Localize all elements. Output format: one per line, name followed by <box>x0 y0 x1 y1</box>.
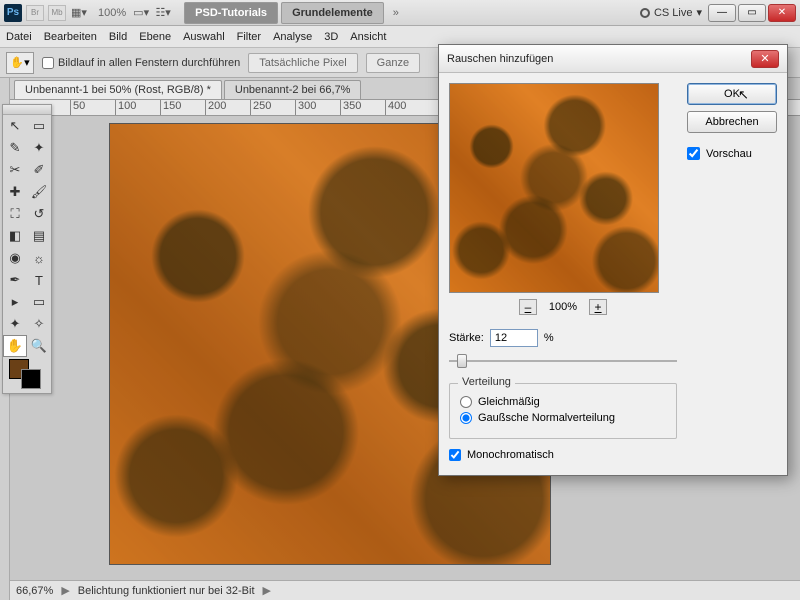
window-maximize-button[interactable]: ▭ <box>738 4 766 22</box>
menu-datei[interactable]: Datei <box>6 31 32 43</box>
distribution-group: Verteilung Gleichmäßig Gaußsche Normalve… <box>449 383 677 439</box>
scroll-all-windows-checkbox[interactable]: Bildlauf in allen Fenstern durchführen <box>42 57 240 69</box>
preview-zoom-value: 100% <box>549 301 577 313</box>
move-tool-icon[interactable]: ↖ <box>3 115 27 137</box>
background-color-swatch[interactable] <box>21 369 41 389</box>
marquee-tool-icon[interactable]: ▭ <box>27 115 51 137</box>
history-brush-tool-icon[interactable]: ↺ <box>27 203 51 225</box>
window-close-button[interactable]: ✕ <box>768 4 796 22</box>
current-tool-icon[interactable]: ✋▾ <box>6 52 34 74</box>
extras-icon[interactable]: ☷▾ <box>154 5 172 21</box>
zoom-out-button[interactable]: – <box>519 299 537 315</box>
hand-tool-icon[interactable]: ✋ <box>3 335 27 357</box>
titlebar-zoom[interactable]: 100% <box>98 7 126 19</box>
status-zoom[interactable]: 66,67% <box>16 585 53 597</box>
document-tab-2[interactable]: Unbenannt-2 bei 66,7% <box>224 80 362 99</box>
path-select-tool-icon[interactable]: ▸ <box>3 291 27 313</box>
lasso-tool-icon[interactable]: ✎ <box>3 137 27 159</box>
menu-ebene[interactable]: Ebene <box>139 31 171 43</box>
pen-tool-icon[interactable]: ✒ <box>3 269 27 291</box>
noise-preview[interactable] <box>449 83 659 293</box>
add-noise-dialog: Rauschen hinzufügen ✕ – 100% + Stärke: %… <box>438 44 788 476</box>
distribution-legend: Verteilung <box>458 376 515 388</box>
zoom-in-button[interactable]: + <box>589 299 607 315</box>
dialog-titlebar[interactable]: Rauschen hinzufügen ✕ <box>439 45 787 73</box>
eyedropper-tool-icon[interactable]: ✐ <box>27 159 51 181</box>
strength-input[interactable] <box>490 329 538 347</box>
cs-live-icon <box>640 8 650 18</box>
preview-checkbox[interactable]: Vorschau <box>687 147 777 160</box>
arrange-documents-icon[interactable]: ▦▾ <box>70 5 88 21</box>
crop-tool-icon[interactable]: ✂ <box>3 159 27 181</box>
toolbox-panel[interactable]: ↖ ▭ ✎ ✦ ✂ ✐ ✚ 🖌 ⛶ ↺ ◧ ▤ ◉ ☼ ✒ T ▸ ▭ ✦ ✧ … <box>2 104 52 394</box>
cs-live-button[interactable]: CS Live▾ <box>640 6 702 19</box>
status-message: Belichtung funktioniert nur bei 32-Bit <box>78 585 255 597</box>
strength-slider[interactable] <box>449 353 677 369</box>
brush-tool-icon[interactable]: 🖌 <box>27 181 51 203</box>
workspace-tab-grundelemente[interactable]: Grundelemente <box>281 2 384 24</box>
eraser-tool-icon[interactable]: ◧ <box>3 225 27 247</box>
monochromatic-checkbox[interactable]: Monochromatisch <box>449 449 677 461</box>
color-swatches[interactable] <box>3 357 51 393</box>
dialog-close-button[interactable]: ✕ <box>751 50 779 68</box>
strength-unit: % <box>544 332 554 344</box>
toolbox-grip[interactable] <box>3 105 51 115</box>
photoshop-logo-icon: Ps <box>4 4 22 22</box>
dialog-title: Rauschen hinzufügen <box>447 53 751 65</box>
status-bar: 66,67% ▶ Belichtung funktioniert nur bei… <box>10 580 800 600</box>
bridge-icon[interactable]: Br <box>26 5 44 21</box>
menu-bearbeiten[interactable]: Bearbeiten <box>44 31 97 43</box>
dodge-tool-icon[interactable]: ☼ <box>27 247 51 269</box>
menu-auswahl[interactable]: Auswahl <box>183 31 225 43</box>
3d-camera-tool-icon[interactable]: ✧ <box>27 313 51 335</box>
actual-pixels-button[interactable]: Tatsächliche Pixel <box>248 53 357 73</box>
zoom-tool-icon[interactable]: 🔍 <box>27 335 51 357</box>
menu-analyse[interactable]: Analyse <box>273 31 312 43</box>
workspace-tab-psd-tutorials[interactable]: PSD-Tutorials <box>184 2 278 24</box>
heal-tool-icon[interactable]: ✚ <box>3 181 27 203</box>
type-tool-icon[interactable]: T <box>27 269 51 291</box>
minibridge-icon[interactable]: Mb <box>48 5 66 21</box>
workspace-more-icon[interactable]: » <box>393 7 399 19</box>
fit-screen-button[interactable]: Ganze <box>366 53 420 73</box>
app-titlebar: Ps Br Mb ▦▾ 100% ▭▾ ☷▾ PSD-Tutorials Gru… <box>0 0 800 26</box>
status-flyout2-icon[interactable]: ▶ <box>263 584 271 597</box>
shape-tool-icon[interactable]: ▭ <box>27 291 51 313</box>
distribution-uniform-radio[interactable]: Gleichmäßig <box>460 396 666 408</box>
gradient-tool-icon[interactable]: ▤ <box>27 225 51 247</box>
stamp-tool-icon[interactable]: ⛶ <box>3 203 27 225</box>
3d-tool-icon[interactable]: ✦ <box>3 313 27 335</box>
strength-label: Stärke: <box>449 332 484 344</box>
menu-filter[interactable]: Filter <box>237 31 261 43</box>
cancel-button[interactable]: Abbrechen <box>687 111 777 133</box>
screen-mode-icon[interactable]: ▭▾ <box>132 5 150 21</box>
status-flyout-icon[interactable]: ▶ <box>61 584 69 597</box>
blur-tool-icon[interactable]: ◉ <box>3 247 27 269</box>
wand-tool-icon[interactable]: ✦ <box>27 137 51 159</box>
distribution-gaussian-radio[interactable]: Gaußsche Normalverteilung <box>460 412 666 424</box>
menu-ansicht[interactable]: Ansicht <box>350 31 386 43</box>
window-minimize-button[interactable]: — <box>708 4 736 22</box>
document-tab-1[interactable]: Unbenannt-1 bei 50% (Rost, RGB/8) * <box>14 80 222 99</box>
ok-button[interactable]: OK ↖ <box>687 83 777 105</box>
menu-bild[interactable]: Bild <box>109 31 127 43</box>
menu-3d[interactable]: 3D <box>324 31 338 43</box>
